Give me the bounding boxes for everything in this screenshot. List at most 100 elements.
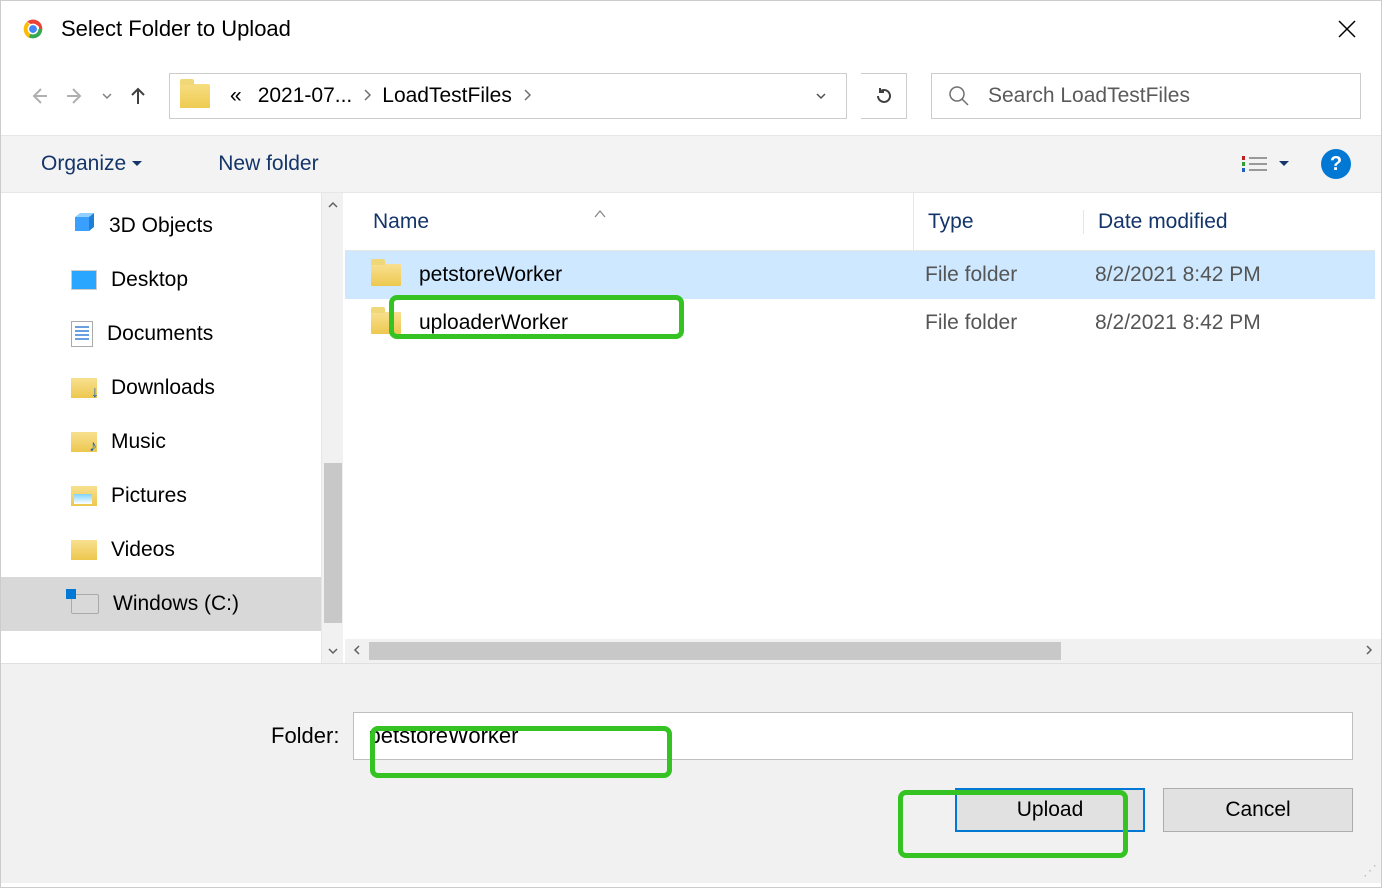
column-headers: Name Type Date modified xyxy=(345,193,1375,251)
horizontal-scrollbar[interactable] xyxy=(345,639,1381,663)
chevron-right-icon[interactable] xyxy=(520,88,534,105)
view-button[interactable] xyxy=(1242,156,1289,172)
sidebar-item-pictures[interactable]: Pictures xyxy=(1,469,321,523)
forward-button[interactable] xyxy=(59,78,93,114)
down-icon xyxy=(71,378,97,398)
file-type: File folder xyxy=(911,263,1081,287)
scroll-left-icon[interactable] xyxy=(345,643,369,659)
folder-icon xyxy=(371,264,401,286)
upload-label: Upload xyxy=(1017,798,1084,822)
drive-icon xyxy=(71,594,99,614)
scrollbar-thumb[interactable] xyxy=(369,642,1061,660)
scrollbar-thumb[interactable] xyxy=(324,463,342,623)
chevron-down-icon xyxy=(101,90,113,102)
sidebar: 3D Objects Desktop Documents Downloads Music… xyxy=(1,193,321,663)
file-name: uploaderWorker xyxy=(419,311,568,335)
scroll-right-icon[interactable] xyxy=(1357,643,1381,659)
view-list-icon xyxy=(1242,156,1267,172)
caret-down-icon xyxy=(1279,160,1289,168)
file-row[interactable]: petstoreWorker File folder8/2/2021 8:42 P… xyxy=(345,251,1375,299)
up-button[interactable] xyxy=(121,78,155,114)
column-type[interactable]: Type xyxy=(913,193,1083,250)
sidebar-item-music[interactable]: Music xyxy=(1,415,321,469)
file-date: 8/2/2021 8:42 PM xyxy=(1081,311,1375,335)
new-folder-label: New folder xyxy=(218,152,318,176)
sidebar-scrollbar[interactable] xyxy=(321,193,343,663)
music-icon xyxy=(71,432,97,452)
sidebar-item-label: Videos xyxy=(111,538,175,562)
scroll-down-icon[interactable] xyxy=(322,639,344,663)
scroll-up-icon[interactable] xyxy=(322,193,344,217)
chevron-right-icon[interactable] xyxy=(360,88,374,105)
sidebar-item-label: Music xyxy=(111,430,166,454)
sidebar-item-label: Desktop xyxy=(111,268,188,292)
cancel-label: Cancel xyxy=(1225,798,1290,822)
search-icon xyxy=(948,85,970,107)
cancel-button[interactable]: Cancel xyxy=(1163,788,1353,832)
column-name-label: Name xyxy=(373,210,429,233)
3d-icon xyxy=(71,211,95,241)
sidebar-item-label: 3D Objects xyxy=(109,214,213,238)
sidebar-item-downloads[interactable]: Downloads xyxy=(1,361,321,415)
close-button[interactable] xyxy=(1317,1,1377,57)
column-date-label: Date modified xyxy=(1098,210,1228,233)
help-button[interactable]: ? xyxy=(1321,149,1351,179)
file-pane: Name Type Date modified petstoreWorker Fi… xyxy=(345,193,1381,663)
refresh-icon xyxy=(874,86,894,106)
main-area: 3D Objects Desktop Documents Downloads Music… xyxy=(1,193,1381,663)
file-row[interactable]: uploaderWorker File folder8/2/2021 8:42 P… xyxy=(345,299,1375,347)
vids-icon xyxy=(71,540,97,560)
sidebar-item-windows-c-[interactable]: Windows (C:) xyxy=(1,577,321,631)
file-date: 8/2/2021 8:42 PM xyxy=(1081,263,1375,287)
breadcrumb-part2[interactable]: LoadTestFiles xyxy=(374,84,520,108)
breadcrumb-part1[interactable]: 2021-07... xyxy=(250,84,361,108)
desktop-icon xyxy=(71,270,97,290)
arrow-up-icon xyxy=(126,84,150,108)
help-icon: ? xyxy=(1330,153,1342,176)
sidebar-item-documents[interactable]: Documents xyxy=(1,307,321,361)
refresh-button[interactable] xyxy=(861,73,907,119)
search-input[interactable] xyxy=(988,84,1344,108)
sidebar-item-label: Pictures xyxy=(111,484,187,508)
organize-label: Organize xyxy=(41,152,126,176)
breadcrumb-prefix: « xyxy=(222,84,250,108)
sidebar-item-3d-objects[interactable]: 3D Objects xyxy=(1,199,321,253)
search-box[interactable] xyxy=(931,73,1361,119)
new-folder-button[interactable]: New folder xyxy=(218,152,318,176)
bottom-panel: Folder: Upload Cancel ⋰ xyxy=(1,663,1381,883)
column-name[interactable]: Name xyxy=(373,210,913,234)
toolbar: Organize New folder ? xyxy=(1,135,1381,193)
resize-grip-icon[interactable]: ⋰ xyxy=(1363,862,1377,879)
arrow-right-icon xyxy=(64,84,88,108)
nav-row: « 2021-07... LoadTestFiles xyxy=(1,57,1381,135)
folder-icon xyxy=(371,312,401,334)
sidebar-item-videos[interactable]: Videos xyxy=(1,523,321,577)
upload-button[interactable]: Upload xyxy=(955,788,1145,832)
sidebar-item-label: Windows (C:) xyxy=(113,592,239,616)
folder-icon xyxy=(180,84,210,108)
window-title: Select Folder to Upload xyxy=(61,16,1317,42)
file-type: File folder xyxy=(911,311,1081,335)
title-bar: Select Folder to Upload xyxy=(1,1,1381,57)
sort-indicator-icon xyxy=(593,206,607,222)
sidebar-item-label: Downloads xyxy=(111,376,215,400)
close-icon xyxy=(1338,20,1356,38)
organize-button[interactable]: Organize xyxy=(41,152,142,176)
file-name: petstoreWorker xyxy=(419,263,562,287)
pics-icon xyxy=(71,486,97,506)
folder-input[interactable] xyxy=(353,712,1353,760)
caret-down-icon xyxy=(132,160,142,168)
chrome-icon xyxy=(19,15,47,43)
sidebar-item-desktop[interactable]: Desktop xyxy=(1,253,321,307)
docs-icon xyxy=(71,321,93,347)
folder-label: Folder: xyxy=(271,723,339,749)
column-date[interactable]: Date modified xyxy=(1083,210,1375,234)
column-type-label: Type xyxy=(928,210,974,234)
chevron-down-icon xyxy=(814,89,828,103)
address-dropdown-button[interactable] xyxy=(802,89,840,103)
back-button[interactable] xyxy=(21,78,55,114)
sidebar-item-label: Documents xyxy=(107,322,213,346)
arrow-left-icon xyxy=(26,84,50,108)
address-bar[interactable]: « 2021-07... LoadTestFiles xyxy=(169,73,847,119)
recent-locations-button[interactable] xyxy=(97,78,117,114)
